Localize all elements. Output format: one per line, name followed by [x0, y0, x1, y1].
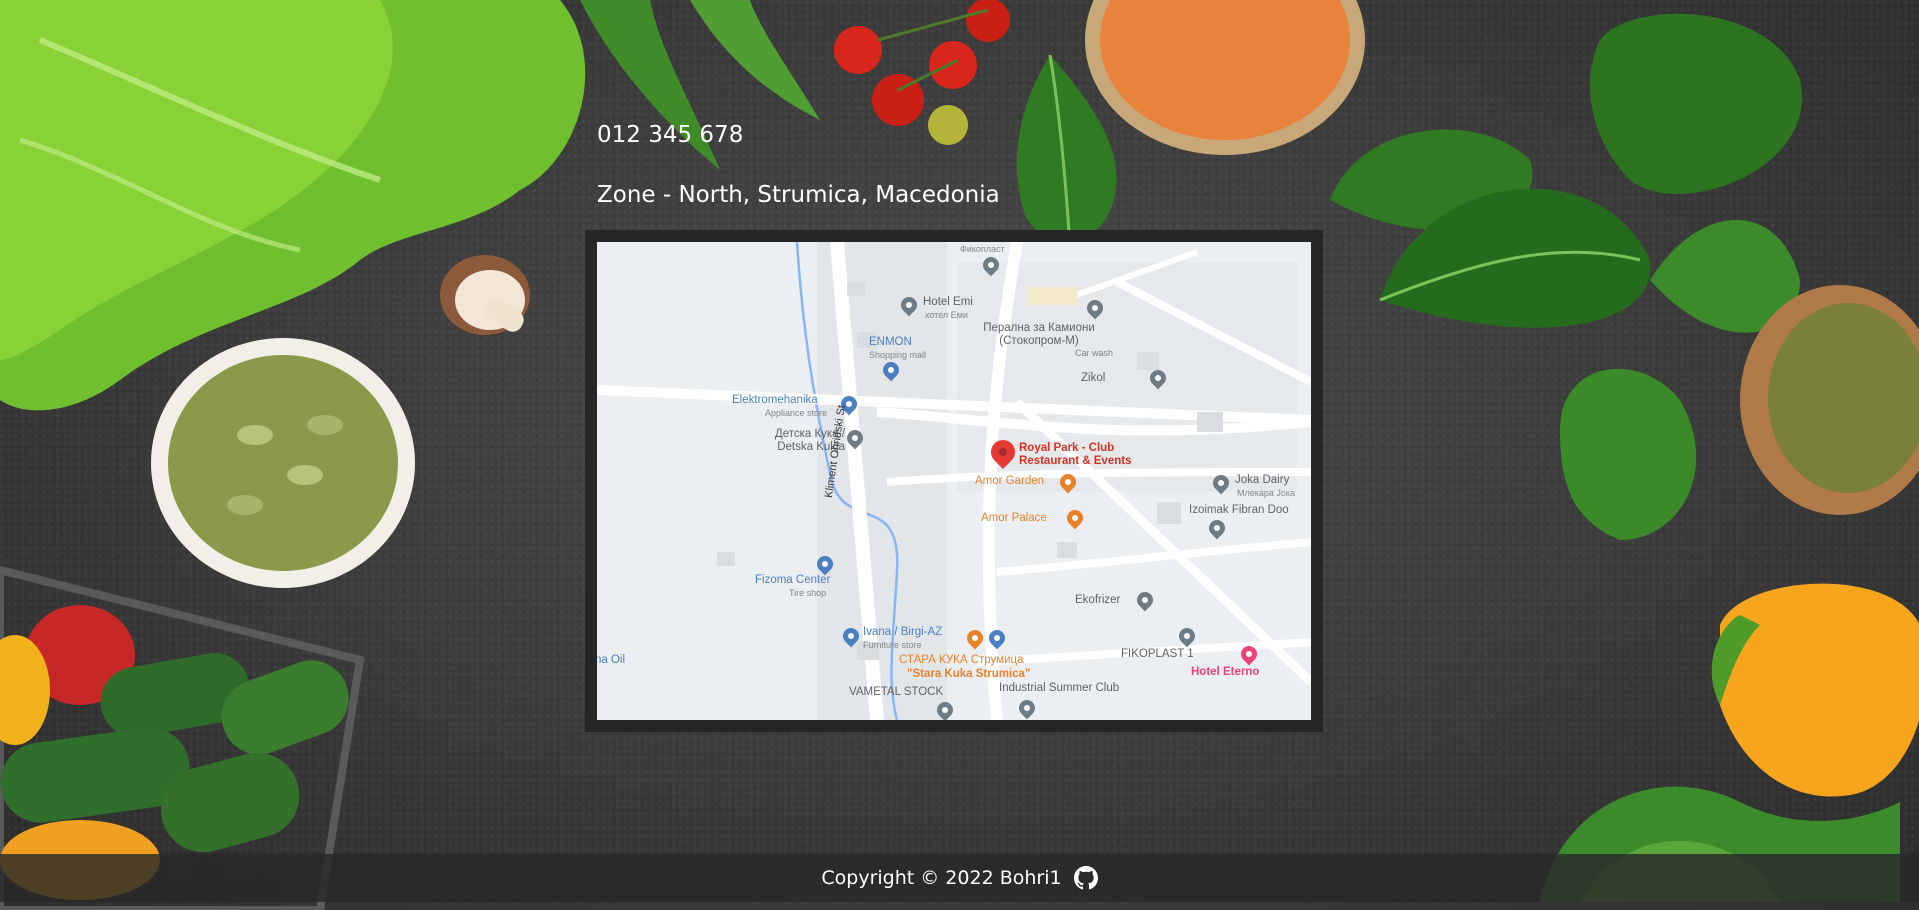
map-label-izoimak: Izoimak Fibran Doo — [1189, 504, 1289, 516]
embedded-map[interactable]: Фикопласт Hotel Emi хотел Еми ENMON Shop… — [597, 242, 1311, 720]
map-label-zikol: Zikol — [1081, 372, 1106, 384]
map-label-joka-dairy: Joka Dairy — [1235, 474, 1290, 486]
map-label-car-wash: Перална за Камиони (Стокопром-М) — [983, 322, 1095, 348]
map-label-fikoplast-1: FIKOPLAST 1 — [1121, 648, 1194, 660]
map-label-amor-garden: Amor Garden — [975, 475, 1045, 487]
address: Zone - North, Strumica, Macedonia — [597, 182, 1000, 208]
map-sublabel-elektromehanika: Appliance store — [765, 408, 828, 418]
map-sublabel-hotel-emi: хотел Еми — [925, 310, 968, 320]
copyright-text: Copyright © 2022 Bohri1 — [821, 867, 1062, 889]
map-label-ekofrizer: Ekofrizer — [1075, 594, 1121, 606]
map-sublabel-stara-kuka: "Stara Kuka Strumica" — [907, 668, 1031, 680]
map-label-amor-palace: Amor Palace — [981, 512, 1047, 524]
map-sublabel-car-wash: Car wash — [1075, 348, 1114, 358]
map-label-enmon: ENMON — [869, 336, 912, 348]
map-label-fikoplast: Фикопласт — [960, 244, 1005, 254]
map-label-hotel-eterno: Hotel Eterno — [1191, 666, 1260, 678]
map-sublabel-joka-dairy: Млекара Јока — [1237, 488, 1296, 498]
map-label-stara-kuka: СТАРА КУКА Струмица — [899, 654, 1024, 666]
map-label-hotel-emi: Hotel Emi — [923, 296, 973, 308]
map-sublabel-ivana: Furniture store — [863, 640, 922, 650]
map-label-industrial-summer-club: Industrial Summer Club — [999, 682, 1120, 694]
map-label-ivana: Ivana / Birgi-AZ — [863, 626, 943, 638]
phone-number: 012 345 678 — [597, 122, 744, 148]
map-label-vametal: VAMETAL STOCK — [849, 686, 944, 698]
github-link[interactable] — [1073, 866, 1098, 890]
map-label-fizoma: Fizoma Center — [755, 574, 831, 586]
map-label-royal-park: Royal Park - Club Restaurant & Events — [1019, 442, 1132, 468]
github-icon — [1073, 866, 1098, 890]
map-frame: Фикопласт Hotel Emi хотел Еми ENMON Shop… — [585, 230, 1323, 732]
map-label-oil: na Oil — [597, 654, 626, 666]
map-sublabel-fizoma: Tire shop — [789, 588, 827, 598]
map-sublabel-enmon: Shopping mall — [869, 350, 927, 360]
footer: Copyright © 2022 Bohri1 — [0, 854, 1919, 902]
map-label-elektromehanika: Elektromehanika — [732, 394, 818, 406]
